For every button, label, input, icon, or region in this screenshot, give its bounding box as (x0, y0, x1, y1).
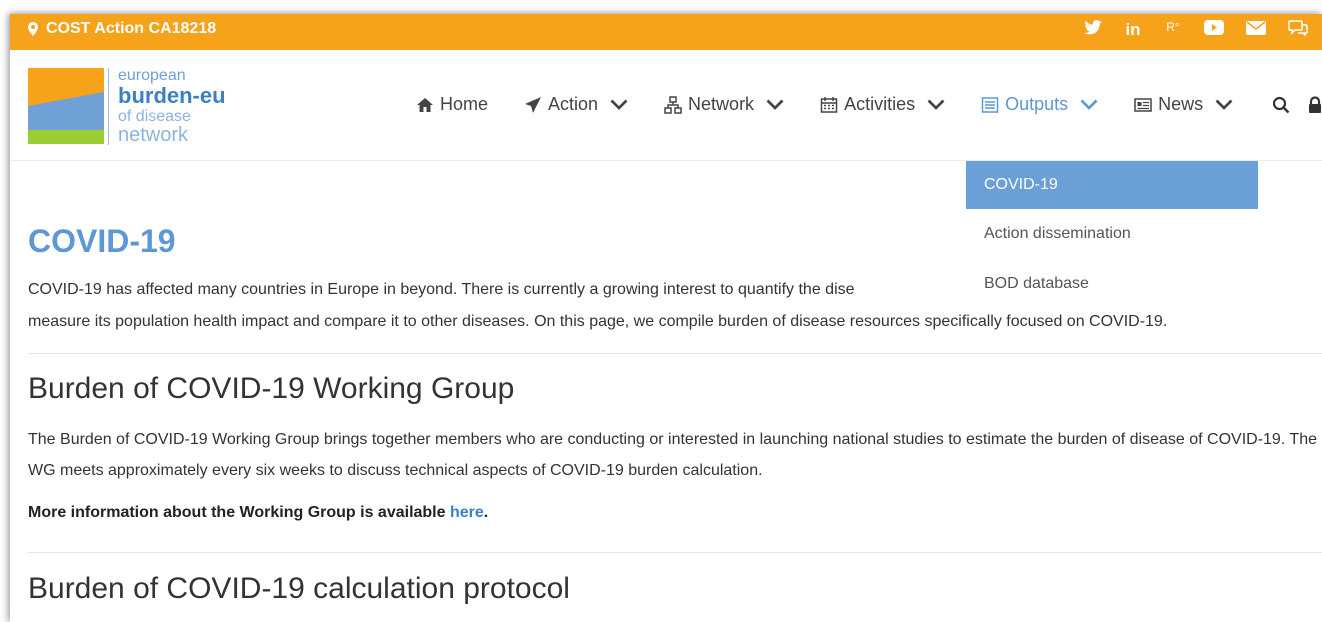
nav-network-label: Network (688, 94, 755, 114)
more-info-prefix: More information about the Working Group… (28, 504, 450, 521)
logo-line-network: network (118, 124, 189, 146)
twitter-icon[interactable] (1084, 20, 1102, 41)
sitemap-icon (664, 95, 682, 114)
nav-network[interactable]: Network (664, 94, 784, 115)
browser-frame: COST Action CA18218 in R° european burde… (10, 14, 1322, 622)
nav-tools (1272, 96, 1322, 114)
chevron-down-icon (610, 99, 628, 110)
logo-line-burden-eu: burden-eu (118, 83, 226, 108)
nav-home-label: Home (440, 94, 489, 114)
chevron-down-icon (927, 99, 945, 110)
nav-outputs[interactable]: Outputs (981, 94, 1098, 115)
logo-mark (28, 68, 104, 144)
nav-outputs-label: Outputs (1005, 94, 1069, 114)
nav-action[interactable]: Action (524, 94, 628, 115)
nav-news-label: News (1158, 94, 1204, 114)
map-pin-icon (28, 22, 38, 36)
search-icon[interactable] (1272, 96, 1290, 114)
logo-text: european burden-eu of disease network (108, 68, 226, 145)
intro-line-2: measure its population health impact and… (28, 313, 1168, 330)
linkedin-icon[interactable]: in (1124, 20, 1142, 41)
home-icon (417, 97, 433, 112)
nav-action-label: Action (548, 94, 599, 114)
page-title: COVID-19 (28, 223, 176, 259)
dropdown-item-action-dissemination[interactable]: Action dissemination (966, 209, 1258, 259)
top-bar: COST Action CA18218 in R° (10, 14, 1322, 50)
site-logo[interactable]: european burden-eu of disease network (28, 68, 248, 148)
logo-line-of-disease: of disease (118, 108, 191, 125)
section-divider (28, 353, 1322, 354)
youtube-icon[interactable] (1204, 20, 1224, 41)
working-group-paragraph: The Burden of COVID-19 Working Group bri… (28, 431, 1317, 479)
outputs-dropdown-menu: COVID-19 Action dissemination BOD databa… (966, 161, 1258, 309)
nav-news[interactable]: News (1134, 94, 1233, 115)
calculation-protocol-heading: Burden of COVID-19 calculation protocol (28, 572, 570, 605)
site-header: european burden-eu of disease network Ho… (10, 50, 1322, 161)
nav-activities-label: Activities (844, 94, 916, 114)
list-alt-icon (981, 96, 999, 113)
working-group-heading: Burden of COVID-19 Working Group (28, 372, 515, 405)
paper-plane-icon (525, 96, 542, 113)
calendar-icon (820, 96, 838, 113)
chevron-down-icon (1215, 99, 1233, 110)
main-nav: Home Action Network Activities Outputs N… (416, 94, 1269, 115)
researchgate-icon[interactable]: R° (1164, 20, 1182, 41)
dropdown-item-bod-database[interactable]: BOD database (966, 259, 1258, 309)
here-link[interactable]: here (450, 504, 484, 521)
more-info-suffix: . (483, 504, 489, 521)
newspaper-icon (1134, 97, 1152, 112)
nav-home[interactable]: Home (416, 94, 488, 115)
dropdown-item-covid-19[interactable]: COVID-19 (966, 161, 1258, 209)
more-info-text: More information about the Working Group… (28, 504, 488, 522)
location-label: COST Action CA18218 (28, 20, 216, 38)
logo-line-european: european (118, 67, 186, 84)
nav-activities[interactable]: Activities (820, 94, 945, 115)
mail-icon[interactable] (1246, 20, 1266, 41)
chevron-down-icon (1080, 99, 1098, 110)
chevron-down-icon (766, 99, 784, 110)
social-links: in R° (1084, 20, 1308, 41)
intro-line-1: COVID-19 has affected many countries in … (28, 281, 855, 298)
chat-icon[interactable] (1288, 20, 1308, 41)
lock-icon[interactable] (1306, 96, 1322, 114)
location-text: COST Action CA18218 (46, 20, 217, 37)
section-divider (28, 552, 1322, 553)
